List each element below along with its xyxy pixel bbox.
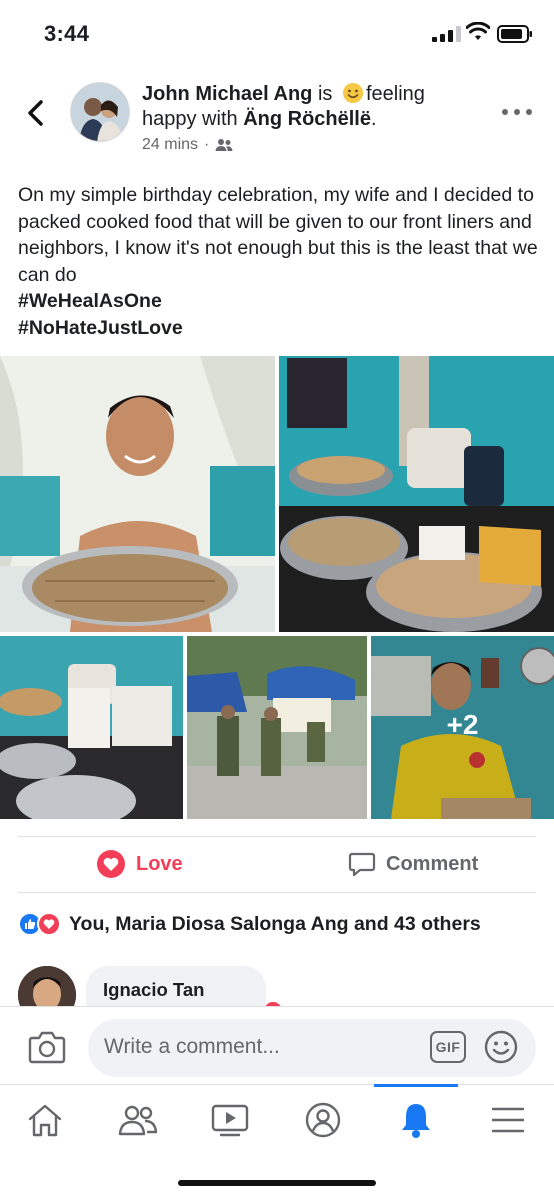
notifications-icon — [402, 1104, 430, 1138]
photo-man-with-tray — [0, 356, 275, 632]
battery-icon — [497, 25, 532, 43]
more-options-button[interactable] — [502, 100, 532, 124]
commenter-name[interactable]: Ignacio Tan — [103, 979, 204, 1000]
reactions-text: You, Maria Diosa Salonga Ang and 43 othe… — [69, 912, 481, 935]
post-header-text: John Michael Ang is feeling happy with Ä… — [142, 82, 482, 132]
tag-end: . — [370, 108, 377, 130]
menu-icon — [491, 1107, 525, 1133]
back-button[interactable] — [20, 96, 50, 130]
smiley-emoji-icon — [342, 83, 363, 103]
post-photo[interactable]: +2 — [371, 636, 554, 819]
love-label: Love — [136, 852, 183, 875]
active-tab-indicator — [374, 1084, 458, 1087]
with-text: with — [196, 108, 244, 130]
post-photo[interactable] — [0, 636, 183, 819]
post-body-text: On my simple birthday celebration, my wi… — [18, 184, 538, 286]
tab-friends[interactable] — [108, 1095, 168, 1145]
friends-icon — [118, 1105, 158, 1136]
post-time[interactable]: 24 mins — [142, 136, 198, 154]
more-photos-overlay[interactable]: +2 — [371, 636, 554, 819]
post-photo[interactable] — [279, 356, 554, 632]
comment-button[interactable]: Comment — [348, 840, 478, 888]
home-icon — [28, 1104, 62, 1137]
comment-composer: Write a comment... GIF — [0, 1006, 554, 1086]
post-body: On my simple birthday celebration, my wi… — [18, 182, 538, 341]
tagged-user[interactable]: Äng Röchëllë — [243, 108, 371, 130]
status-bar: 3:44 — [0, 0, 554, 66]
avatar-photo — [71, 83, 129, 141]
tab-menu[interactable] — [478, 1095, 538, 1145]
author-avatar[interactable] — [70, 82, 130, 142]
reactions-summary[interactable]: You, Maria Diosa Salonga Ang and 43 othe… — [18, 912, 481, 936]
tab-profile[interactable] — [293, 1095, 353, 1145]
love-button[interactable]: Love — [96, 840, 183, 888]
love-reaction-icon — [97, 850, 125, 878]
watch-icon — [211, 1104, 249, 1137]
tab-home[interactable] — [15, 1095, 75, 1145]
meta-separator: · — [204, 136, 210, 153]
emoji-icon[interactable] — [484, 1030, 518, 1064]
comment-label: Comment — [386, 852, 479, 875]
post-photo[interactable] — [0, 356, 275, 632]
profile-icon — [305, 1102, 341, 1138]
reaction-icons — [18, 912, 61, 936]
dot — [502, 109, 508, 115]
friends-icon — [215, 139, 233, 151]
gif-button[interactable]: GIF — [430, 1031, 466, 1063]
divider — [18, 836, 536, 837]
dot — [514, 109, 520, 115]
love-icon — [37, 912, 61, 936]
divider — [18, 892, 536, 893]
camera-icon[interactable] — [28, 1030, 66, 1064]
comment-icon — [348, 852, 376, 877]
post-photo[interactable] — [187, 636, 367, 819]
tab-watch[interactable] — [200, 1095, 260, 1145]
dot — [526, 109, 532, 115]
author-name[interactable]: John Michael Ang — [142, 83, 312, 105]
post-meta: 24 mins · — [142, 136, 233, 154]
photo-packed-food — [0, 636, 183, 819]
status-time: 3:44 — [44, 21, 90, 46]
home-indicator[interactable] — [178, 1180, 376, 1186]
hashtag[interactable]: #WeHealAsOne — [18, 288, 538, 315]
chevron-left-icon — [28, 100, 43, 126]
hashtag[interactable]: #NoHateJustLove — [18, 315, 538, 342]
wifi-icon — [466, 22, 490, 40]
feeling-prefix: is — [312, 83, 338, 105]
signal-icon — [432, 26, 461, 42]
comment-placeholder: Write a comment... — [104, 1035, 280, 1058]
tab-notifications[interactable] — [386, 1095, 446, 1145]
photo-checkpoint — [187, 636, 367, 819]
photo-food-table — [279, 356, 554, 632]
